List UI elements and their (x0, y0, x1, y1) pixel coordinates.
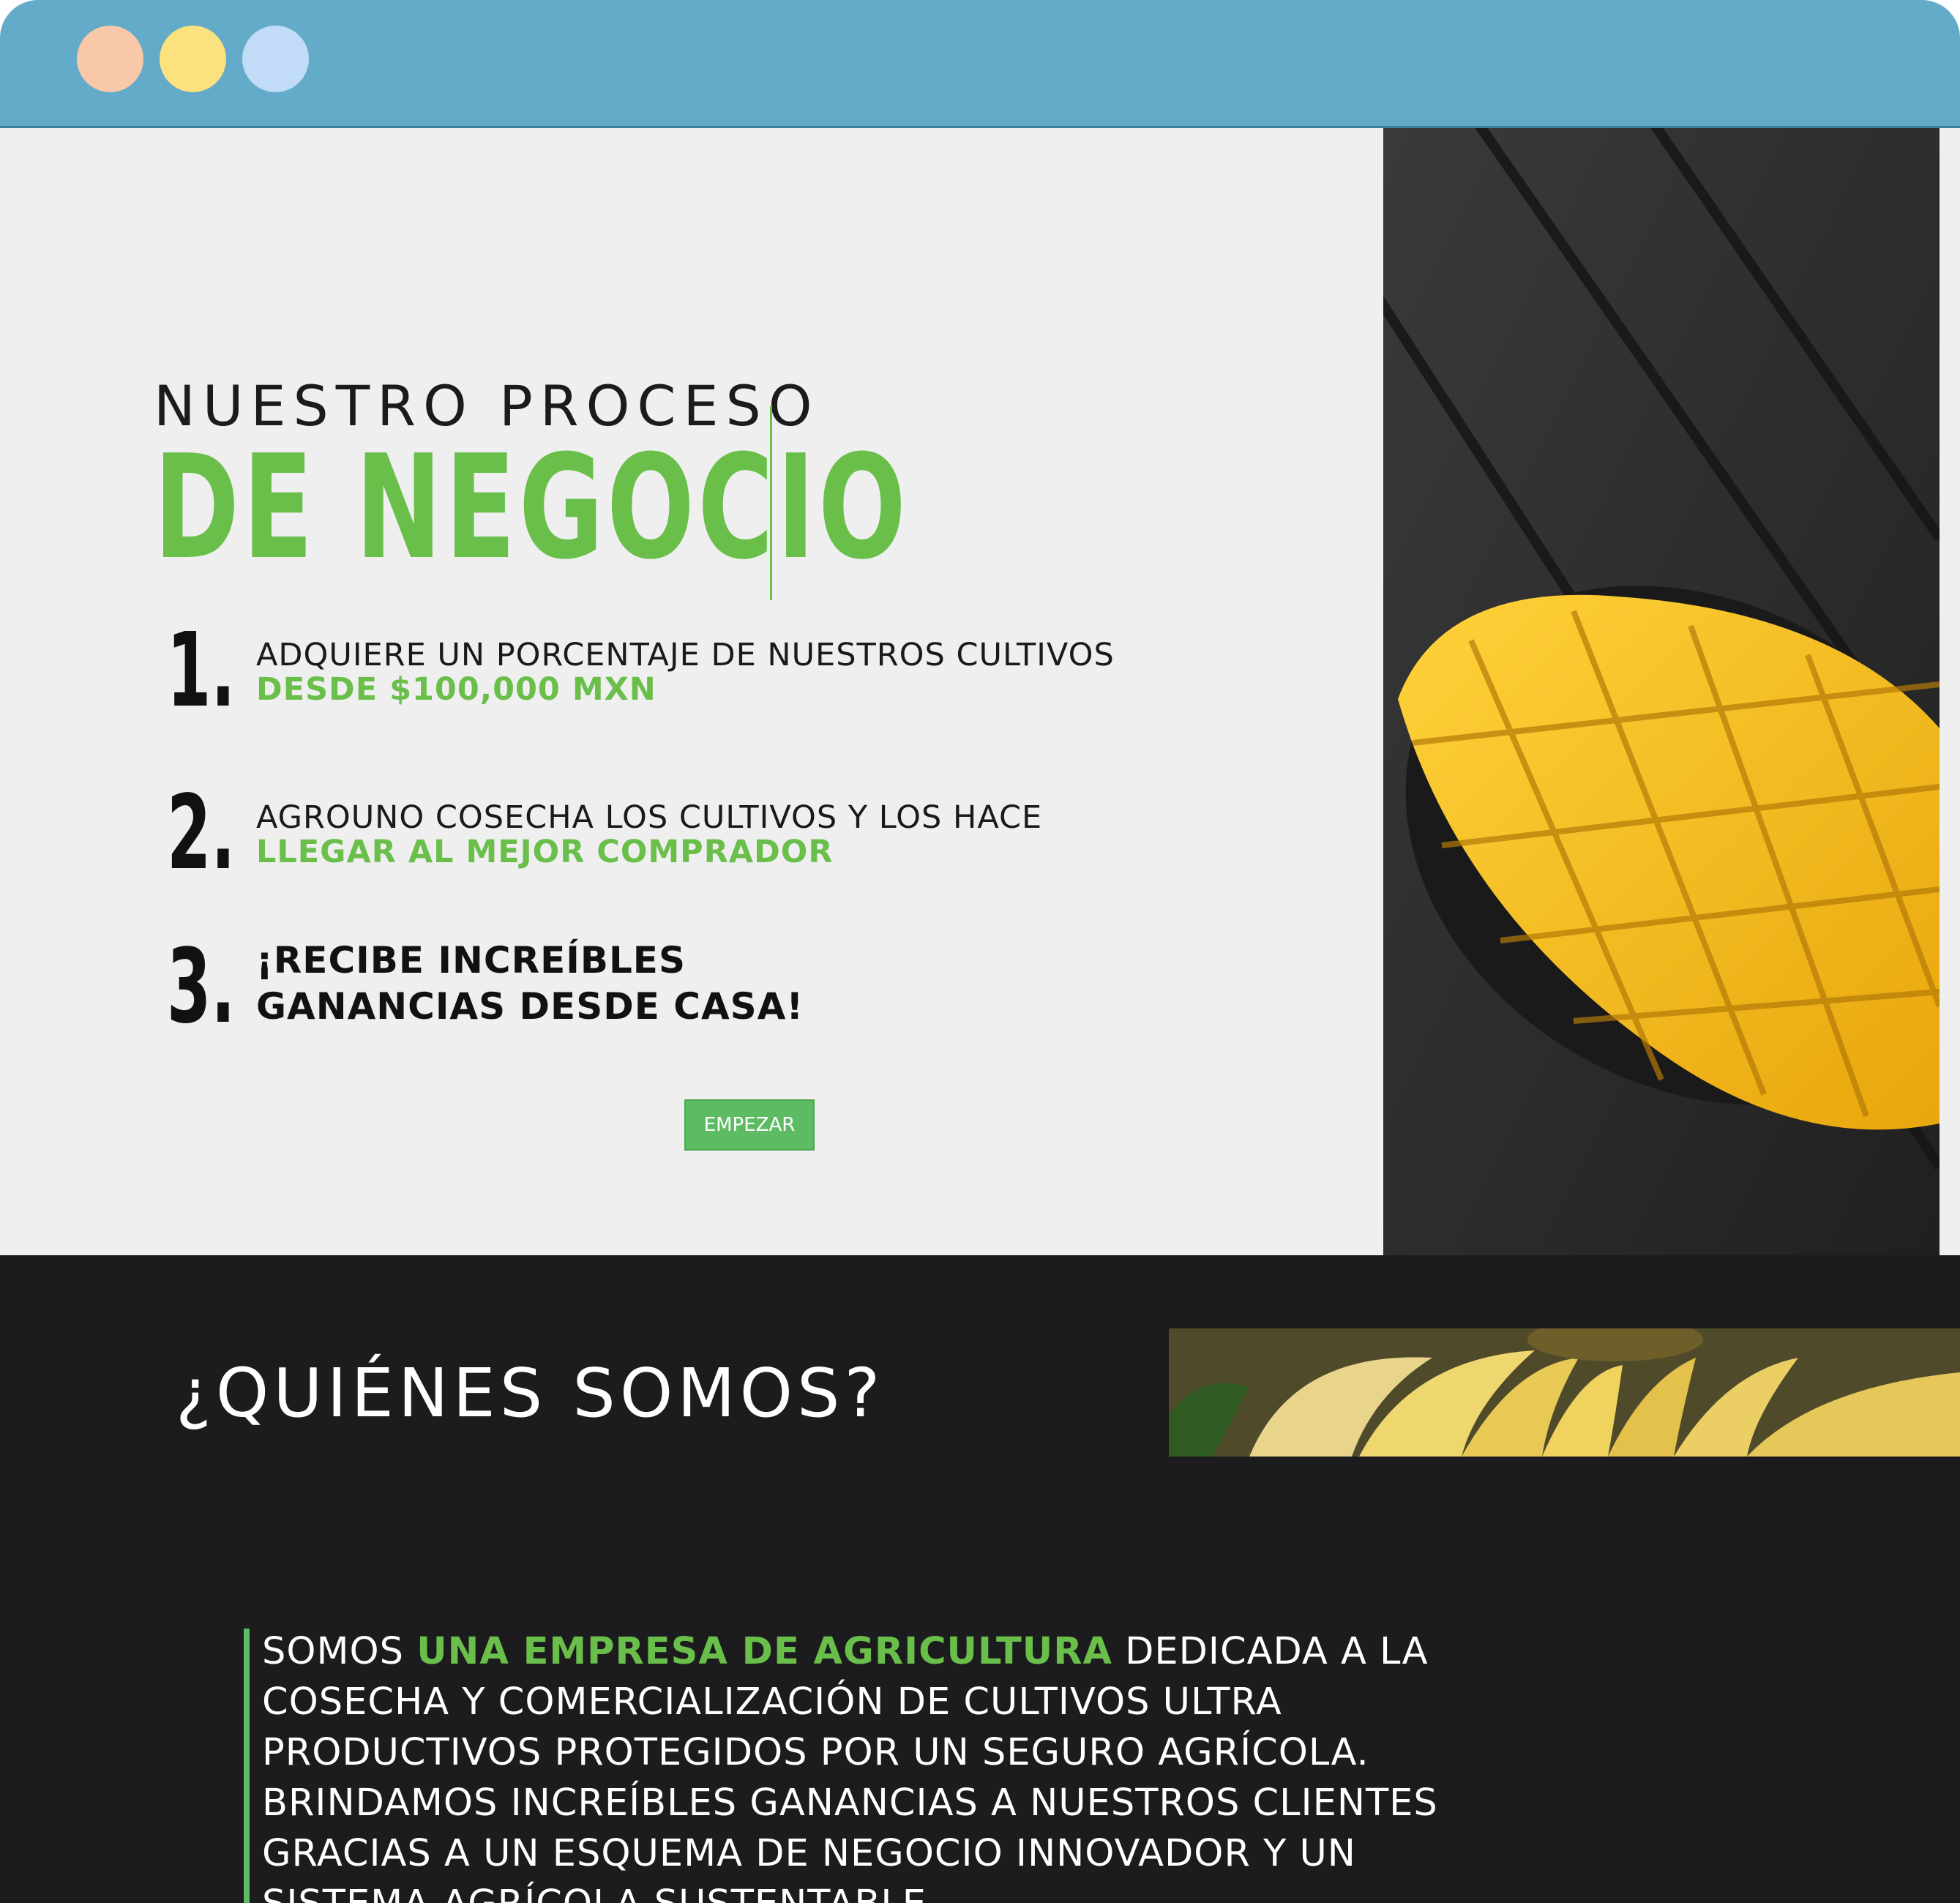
mango-icon (1383, 128, 1940, 1255)
about-heading: ¿QUIÉNES SOMOS? (176, 1354, 885, 1432)
step-3-text-line2: GANANCIAS DESDE CASA! (256, 985, 804, 1028)
browser-window: NUESTRO PROCESO DE NEGOCIO 1. ADQUIERE U… (0, 0, 1960, 1903)
banana-icon (1169, 1328, 1960, 1457)
empezar-button[interactable]: EMPEZAR (684, 1099, 815, 1151)
title-divider (770, 406, 772, 600)
maximize-window-button[interactable] (242, 26, 309, 92)
step-1-text: ADQUIERE UN PORCENTAJE DE NUESTROS CULTI… (256, 637, 1115, 673)
step-3-text: ¡RECIBE INCREÍBLES (256, 939, 686, 982)
step-2-highlight: LLEGAR AL MEJOR COMPRADOR (256, 834, 834, 870)
step-1-highlight: DESDE $100,000 MXN (256, 671, 657, 708)
window-titlebar (0, 0, 1960, 128)
right-edge (1940, 128, 1960, 1255)
about-intro: SOMOS (262, 1630, 417, 1673)
about-highlight: UNA EMPRESA DE AGRICULTURA (416, 1630, 1112, 1673)
about-paragraph: SOMOS UNA EMPRESA DE AGRICULTURA DEDICAD… (262, 1626, 1506, 1903)
minimize-window-button[interactable] (160, 26, 226, 92)
step-2-text: AGROUNO COSECHA LOS CULTIVOS Y LOS HACE (256, 799, 1043, 836)
step-3-number: 3. (167, 927, 236, 1047)
process-title-big: DE NEGOCIO (154, 425, 910, 591)
step-2-number: 2. (167, 774, 236, 893)
step-1-number: 1. (167, 611, 236, 730)
close-window-button[interactable] (77, 26, 143, 92)
about-accent-bar (244, 1629, 250, 1903)
